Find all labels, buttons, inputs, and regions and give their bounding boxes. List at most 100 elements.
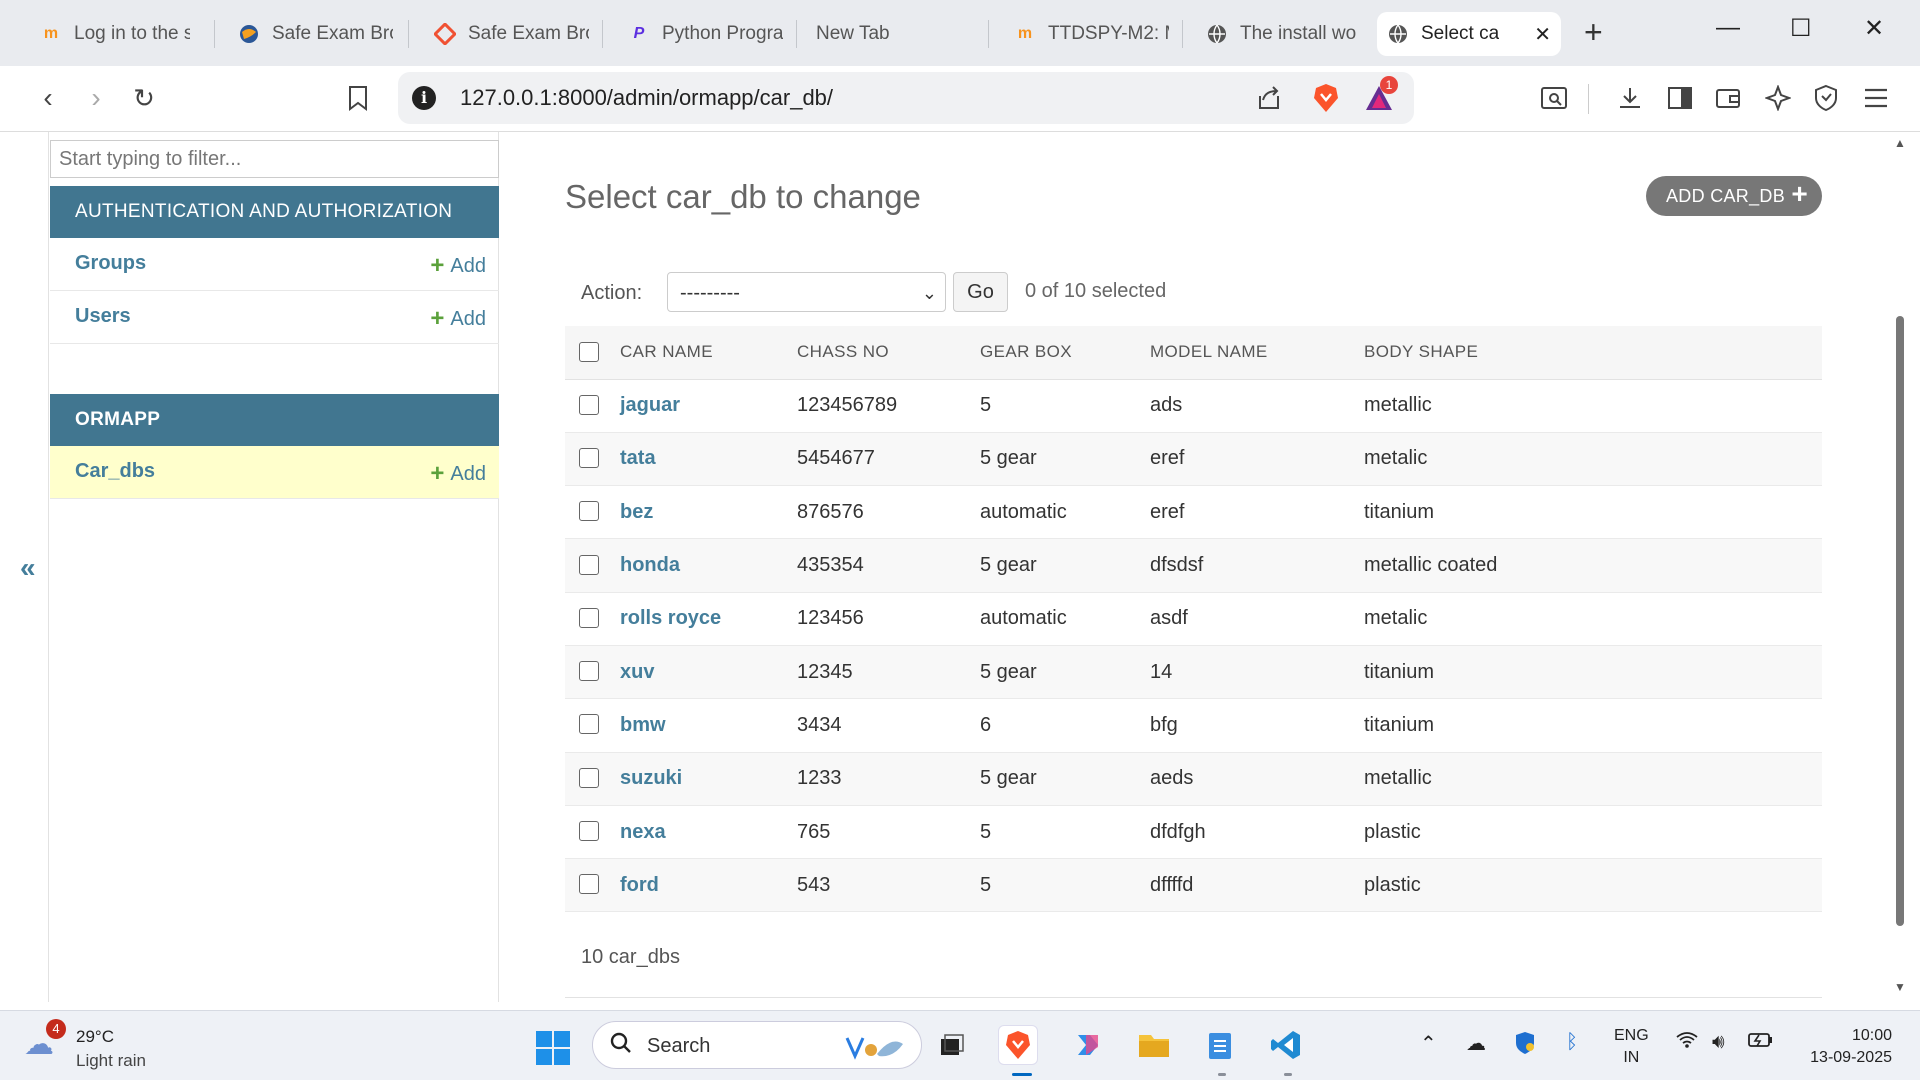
model-link-groups[interactable]: Groups <box>75 252 146 275</box>
file-explorer-icon[interactable] <box>1134 1025 1174 1065</box>
car-name-link[interactable]: ford <box>620 874 659 896</box>
select-all-checkbox[interactable] <box>579 341 599 362</box>
car-name-link[interactable]: nexa <box>620 821 666 843</box>
car-name-link[interactable]: xuv <box>620 661 654 683</box>
row-checkbox[interactable] <box>579 874 599 895</box>
cell-car-name: xuv <box>620 645 797 700</box>
cell-model-name: 14 <box>1150 645 1364 700</box>
car-name-link[interactable]: jaguar <box>620 394 680 416</box>
add-groups-link[interactable]: + Add <box>430 251 486 279</box>
row-checkbox[interactable] <box>579 714 599 735</box>
onedrive-cloud-icon[interactable]: ☁ <box>1466 1031 1486 1056</box>
copilot-icon[interactable] <box>1068 1025 1108 1065</box>
bookmark-icon[interactable] <box>340 80 376 116</box>
car-name-link[interactable]: rolls royce <box>620 607 721 629</box>
row-checkbox[interactable] <box>579 501 599 522</box>
scroll-up-icon[interactable]: ▲ <box>1894 136 1906 150</box>
git-diamond-icon <box>434 23 456 45</box>
car-name-link[interactable]: honda <box>620 554 680 576</box>
reader-mode-icon[interactable] <box>1536 80 1572 116</box>
add-car-dbs-link[interactable]: + Add <box>430 459 486 487</box>
model-link-users[interactable]: Users <box>75 305 131 328</box>
purple-p-icon: P <box>633 25 645 42</box>
volume-icon[interactable]: 🔊︎ <box>1712 1031 1725 1054</box>
cell-gear-box: 5 gear <box>980 538 1150 593</box>
scroll-down-icon[interactable]: ▼ <box>1894 980 1906 994</box>
maximize-icon[interactable]: ☐ <box>1790 14 1812 43</box>
car-name-link[interactable]: tata <box>620 447 656 469</box>
row-checkbox[interactable] <box>579 607 599 628</box>
car-name-link[interactable]: suzuki <box>620 767 682 789</box>
task-view-icon[interactable] <box>932 1025 972 1065</box>
column-header-gear-box[interactable]: GEAR BOX <box>980 326 1150 380</box>
table-row: rolls royce 123456 automatic asdf metalic <box>565 592 1822 646</box>
car-name-link[interactable]: bmw <box>620 714 666 736</box>
vscode-icon[interactable] <box>1266 1025 1306 1065</box>
column-header-chass-no[interactable]: CHASS NO <box>797 326 980 380</box>
add-car-db-button[interactable]: ADD CAR_DB + <box>1646 176 1822 216</box>
reload-icon[interactable]: ↻ <box>126 80 162 116</box>
module-header-auth[interactable]: AUTHENTICATION AND AUTHORIZATION <box>50 186 499 238</box>
chevron-up-icon[interactable]: ⌃ <box>1420 1031 1437 1056</box>
url-text[interactable]: 127.0.0.1:8000/admin/ormapp/car_db/ <box>460 85 833 111</box>
address-bar[interactable]: i 127.0.0.1:8000/admin/ormapp/car_db/ 1 <box>398 72 1414 124</box>
tab-python-programming[interactable]: P Python Progra <box>618 12 793 56</box>
row-checkbox[interactable] <box>579 821 599 842</box>
tab-safe-exam-browser-2[interactable]: Safe Exam Bro <box>424 12 599 56</box>
action-select[interactable]: --------- ⌄ <box>667 272 946 312</box>
row-checkbox[interactable] <box>579 394 599 415</box>
tab-moodle-login[interactable]: m Log in to the s <box>30 12 200 56</box>
wallet-icon[interactable] <box>1710 80 1746 116</box>
car-name-link[interactable]: bez <box>620 501 653 523</box>
tab-safe-exam-browser-1[interactable]: Safe Exam Bro <box>228 12 403 56</box>
column-header-car-name[interactable]: CAR NAME <box>620 326 797 380</box>
language-indicator[interactable]: ENG IN <box>1614 1025 1649 1069</box>
toggle-sidebar-button[interactable]: « <box>20 552 36 584</box>
tab-install-wo[interactable]: The install wo <box>1196 12 1371 56</box>
column-header-model-name[interactable]: MODEL NAME <box>1150 326 1364 380</box>
new-tab-button[interactable]: + <box>1584 14 1603 51</box>
brave-shields-icon[interactable] <box>1312 82 1340 119</box>
download-icon[interactable] <box>1612 80 1648 116</box>
add-users-link[interactable]: + Add <box>430 304 486 332</box>
close-tab-icon[interactable]: ✕ <box>1522 22 1551 47</box>
forward-icon[interactable]: › <box>78 80 114 116</box>
page-scrollbar[interactable]: ▲ ▼ <box>1894 132 1906 1002</box>
row-checkbox[interactable] <box>579 661 599 682</box>
module-header-ormapp[interactable]: ORMAPP <box>50 394 499 446</box>
scrollbar-thumb[interactable] <box>1896 316 1904 926</box>
cell-body-shape: metallic coated <box>1364 538 1822 593</box>
go-button[interactable]: Go <box>953 272 1008 312</box>
leo-ai-icon[interactable] <box>1760 80 1796 116</box>
sidebar-toggle-icon[interactable] <box>1662 80 1698 116</box>
weather-widget[interactable]: ☁ 4 29°C Light rain <box>24 1019 184 1073</box>
tab-select-car-db[interactable]: Select ca ✕ <box>1377 12 1561 56</box>
close-window-icon[interactable]: ✕ <box>1864 14 1884 43</box>
site-info-icon[interactable]: i <box>412 86 436 110</box>
battery-charging-icon[interactable] <box>1748 1031 1774 1055</box>
brave-browser-taskbar-icon[interactable] <box>998 1025 1038 1065</box>
notepad-icon[interactable] <box>1200 1025 1240 1065</box>
windows-start-icon[interactable] <box>536 1031 570 1065</box>
taskbar-search[interactable]: Search <box>592 1021 922 1069</box>
tab-ttdspy-m2[interactable]: m TTDSPY-M2: M <box>1004 12 1179 56</box>
bluetooth-icon[interactable]: ᛒ <box>1566 1031 1578 1054</box>
row-checkbox[interactable] <box>579 554 599 575</box>
row-checkbox[interactable] <box>579 447 599 468</box>
security-shield-icon[interactable] <box>1514 1031 1536 1061</box>
cell-chass-no: 5454677 <box>797 432 980 487</box>
share-icon[interactable] <box>1254 82 1284 117</box>
table-row: ford 543 5 dffffd plastic <box>565 858 1822 913</box>
wifi-icon[interactable] <box>1676 1031 1698 1055</box>
menu-icon[interactable] <box>1858 80 1894 116</box>
back-icon[interactable]: ‹ <box>30 80 66 116</box>
minimize-icon[interactable]: — <box>1716 14 1740 42</box>
model-link-car-dbs[interactable]: Car_dbs <box>75 460 155 483</box>
row-checkbox[interactable] <box>579 767 599 788</box>
vpn-shield-icon[interactable] <box>1808 80 1844 116</box>
tab-new-tab[interactable]: New Tab <box>806 12 981 56</box>
system-clock[interactable]: 10:00 13-09-2025 <box>1796 1025 1892 1069</box>
nav-filter-input[interactable] <box>50 140 499 178</box>
result-count: 10 car_dbs <box>581 946 680 968</box>
column-header-body-shape[interactable]: BODY SHAPE <box>1364 326 1822 380</box>
